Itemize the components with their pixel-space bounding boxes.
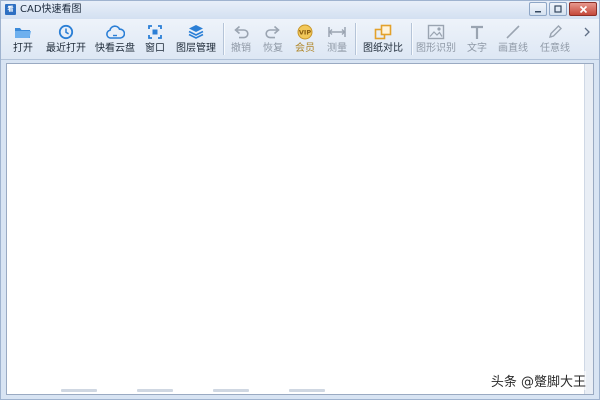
pencil-icon [545,23,565,41]
minimize-button[interactable] [529,2,547,16]
undo-arrow-icon [231,23,251,41]
recent-open-button[interactable]: 最近打开 [43,21,89,57]
freehand-label: 任意线 [540,43,570,54]
drawing-recognize-label: 图形识别 [416,43,456,54]
toolbar-divider [355,23,356,55]
window-menu-label: 窗口 [145,43,165,54]
measure-label: 测量 [327,43,347,54]
undo-button[interactable]: 撤销 [229,21,253,57]
svg-text:VIP: VIP [299,29,311,37]
bottom-tab[interactable] [137,389,173,392]
open-button[interactable]: 打开 [9,21,37,57]
measure-button[interactable]: 测量 [325,21,349,57]
redo-button[interactable]: 恢复 [261,21,285,57]
bottom-tab[interactable] [61,389,97,392]
maximize-button[interactable] [549,2,567,16]
vip-badge-icon: VIP [295,23,315,41]
draw-line-label: 画直线 [498,43,528,54]
text-t-icon [467,23,487,41]
member-vip-button[interactable]: VIP 会员 [293,21,317,57]
title-bar: 看 CAD快速看图 [1,1,599,19]
close-icon [579,5,587,13]
window-frame-icon [145,23,165,41]
toolbar-divider [223,23,224,55]
drawing-recognize-button[interactable]: 图形识别 [415,21,457,57]
member-label: 会员 [295,43,315,54]
watermark-text: 头条 @蹩脚大王 [490,371,586,390]
toolbar-overflow-button[interactable] [579,21,595,57]
layers-icon [186,23,206,41]
main-toolbar: 打开 最近打开 快看云盘 窗口 图层管理 撤销 恢复 VIP 会员 测量 图纸对… [1,19,599,60]
maximize-icon [554,5,562,13]
app-logo-icon: 看 [5,4,16,15]
drawing-compare-button[interactable]: 图纸对比 [361,21,405,57]
bottom-tab[interactable] [213,389,249,392]
cloud-disk-label: 快看云盘 [95,43,135,54]
drawing-canvas[interactable] [6,63,594,395]
cloud-disk-button[interactable]: 快看云盘 [93,21,137,57]
minimize-icon [535,11,541,13]
layer-manage-button[interactable]: 图层管理 [175,21,217,57]
draw-line-button[interactable]: 画直线 [497,21,529,57]
freehand-button[interactable]: 任意线 [539,21,571,57]
drawing-compare-label: 图纸对比 [363,43,403,54]
close-button[interactable] [569,2,597,16]
ruler-icon [327,23,347,41]
history-clock-icon [56,23,76,41]
window-menu-button[interactable]: 窗口 [143,21,167,57]
compare-squares-icon [373,23,393,41]
redo-label: 恢复 [263,43,283,54]
vertical-scrollbar[interactable] [584,64,593,394]
chevron-right-icon [577,23,597,41]
folder-open-icon [13,23,33,41]
cloud-icon [105,23,125,41]
app-window: 看 CAD快速看图 打开 最近打开 快看云盘 窗口 图层管理 撤销 恢复 VIP… [0,0,600,400]
line-icon [503,23,523,41]
text-tool-button[interactable]: 文字 [465,21,489,57]
bottom-tab[interactable] [289,389,325,392]
layer-manage-label: 图层管理 [176,43,216,54]
toolbar-divider [411,23,412,55]
image-recognize-icon [426,23,446,41]
text-tool-label: 文字 [467,43,487,54]
undo-label: 撤销 [231,43,251,54]
open-label: 打开 [13,43,33,54]
recent-open-label: 最近打开 [46,43,86,54]
redo-arrow-icon [263,23,283,41]
window-controls [529,2,597,16]
window-title: CAD快速看图 [20,4,82,15]
bottom-tab-strip [61,389,381,393]
